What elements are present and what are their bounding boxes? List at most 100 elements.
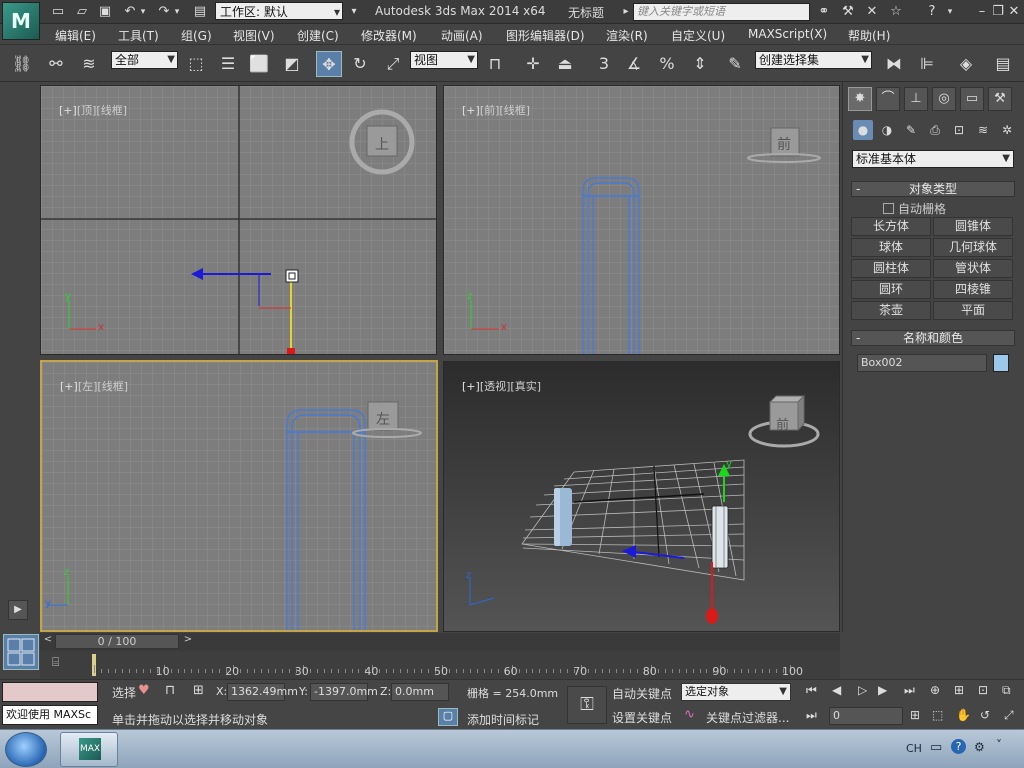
layer-manager-icon[interactable]: ◈ bbox=[953, 51, 979, 77]
viewport-perspective[interactable]: [+][透视][真实] 前 y z bbox=[443, 361, 840, 632]
input-language-indicator[interactable]: CH bbox=[906, 742, 922, 755]
keyboard-shortcut-override-icon[interactable]: ⏏ bbox=[552, 51, 578, 77]
viewport-left[interactable]: [+][左][线框] 左 z y bbox=[40, 360, 438, 632]
help-icon[interactable]: ? bbox=[951, 739, 966, 754]
absolute-mode-icon[interactable]: ⊞ bbox=[193, 683, 204, 698]
manipulate-icon[interactable]: ✛ bbox=[520, 51, 546, 77]
reference-coord-dropdown[interactable]: 视图 ▼ bbox=[410, 51, 478, 69]
sphere-button[interactable]: 球体 bbox=[851, 238, 931, 257]
restore-icon[interactable]: ❐ bbox=[990, 4, 1006, 20]
menu-views[interactable]: 视图(V) bbox=[233, 27, 275, 44]
viewport-label-perspective[interactable]: [+][透视][真实] bbox=[448, 365, 541, 407]
keyboard-icon[interactable]: ▭ bbox=[930, 740, 942, 755]
adaptive-degradation-icon[interactable]: ▢ bbox=[438, 708, 458, 726]
zoom-extents-icon[interactable]: ⊡ bbox=[978, 683, 988, 697]
cylinder-button[interactable]: 圆柱体 bbox=[851, 259, 931, 278]
menu-group[interactable]: 组(G) bbox=[181, 27, 212, 44]
viewport-front[interactable]: [+][前][线框] 前 z x bbox=[443, 85, 840, 355]
unlink-icon[interactable]: ⚯ bbox=[43, 51, 69, 77]
menu-maxscript[interactable]: MAXScript(X) bbox=[748, 27, 827, 41]
pyramid-button[interactable]: 四棱锥 bbox=[933, 280, 1013, 299]
customize-toolbar-icon[interactable]: ▾ bbox=[346, 4, 362, 20]
curve-editor-icon[interactable]: ⌸ bbox=[52, 655, 70, 671]
expand-ribbon-icon[interactable]: ▶ bbox=[8, 600, 28, 620]
viewport-shading-label[interactable]: [线框] bbox=[97, 380, 128, 393]
zoom-all-icon[interactable]: ⊞ bbox=[954, 683, 964, 697]
viewport-menu-plus[interactable]: [+] bbox=[462, 380, 480, 393]
maxscript-listener-pink[interactable] bbox=[2, 682, 98, 702]
maximize-viewport-icon[interactable]: ⤢ bbox=[1004, 708, 1014, 723]
key-filters-button[interactable]: 关键点过滤器... bbox=[706, 709, 789, 726]
viewport-top[interactable]: [+][顶][线框] 上 y x bbox=[40, 85, 437, 355]
options-icon[interactable]: ⚙ bbox=[974, 740, 985, 754]
bind-space-warp-icon[interactable]: ≋ bbox=[76, 51, 102, 77]
viewport-layout-button[interactable] bbox=[3, 634, 39, 670]
viewport-pov-label[interactable]: [前] bbox=[480, 104, 500, 117]
undo-dropdown-icon[interactable]: ▾ bbox=[138, 4, 148, 20]
named-selection-dropdown[interactable]: 创建选择集 ▼ bbox=[755, 51, 872, 69]
cone-button[interactable]: 圆锥体 bbox=[933, 217, 1013, 236]
redo-dropdown-icon[interactable]: ▾ bbox=[172, 4, 182, 20]
hierarchy-tab-icon[interactable]: ⊥ bbox=[904, 87, 928, 111]
viewport-label-left[interactable]: [+][左][线框] bbox=[46, 365, 128, 407]
tray-expand-icon[interactable]: ˅ bbox=[996, 738, 1002, 752]
mirror-icon[interactable]: ⧓ bbox=[881, 51, 907, 77]
prev-frame-icon[interactable]: < bbox=[42, 634, 54, 649]
viewport-label-front[interactable]: [+][前][线框] bbox=[448, 89, 530, 131]
align-icon[interactable]: ⊫ bbox=[914, 51, 940, 77]
menu-graph-editors[interactable]: 图形编辑器(D) bbox=[506, 27, 585, 44]
object-color-swatch[interactable] bbox=[993, 354, 1009, 372]
help-dropdown-icon[interactable]: ▾ bbox=[942, 4, 958, 20]
track-bar[interactable]: ⌸ 10 20 30 40 50 60 70 80 90 100 bbox=[40, 651, 840, 679]
set-key-icon[interactable]: ⚿ bbox=[567, 686, 607, 724]
torus-button[interactable]: 圆环 bbox=[851, 280, 931, 299]
selection-filter-dropdown[interactable]: 全部 ▼ bbox=[111, 51, 178, 69]
snaps-toggle-icon[interactable]: 3 bbox=[591, 51, 617, 77]
add-time-tag[interactable]: 添加时间标记 bbox=[467, 711, 539, 728]
viewcube-face-label[interactable]: 左 bbox=[376, 409, 390, 429]
communication-center-icon[interactable]: ✕ bbox=[864, 4, 880, 20]
x-coordinate-field[interactable]: 1362.49mm bbox=[227, 683, 298, 701]
helpers-icon[interactable]: ⊡ bbox=[949, 120, 969, 140]
search-expand-icon[interactable]: ▸ bbox=[618, 4, 634, 20]
viewcube-face-label[interactable]: 前 bbox=[776, 414, 789, 433]
viewport-pov-label[interactable]: [左] bbox=[78, 380, 98, 393]
menu-create[interactable]: 创建(C) bbox=[297, 27, 339, 44]
lock-icon[interactable]: ⊓ bbox=[165, 683, 175, 698]
menu-customize[interactable]: 自定义(U) bbox=[671, 27, 725, 44]
subscription-icon[interactable]: ⚒ bbox=[840, 4, 856, 20]
project-folder-icon[interactable]: ▤ bbox=[192, 4, 208, 20]
save-icon[interactable]: ▣ bbox=[97, 4, 113, 20]
start-button[interactable] bbox=[5, 732, 47, 767]
pan-view-icon[interactable]: ✋ bbox=[956, 708, 971, 722]
box-button[interactable]: 长方体 bbox=[851, 217, 931, 236]
systems-icon[interactable]: ✲ bbox=[997, 120, 1017, 140]
workspace-dropdown[interactable]: 工作区: 默认 ▾ bbox=[215, 2, 343, 20]
lights-icon[interactable]: ✎ bbox=[901, 120, 921, 140]
geometry-icon[interactable]: ● bbox=[853, 120, 873, 140]
auto-key-button[interactable]: 自动关键点 bbox=[612, 685, 672, 702]
new-file-icon[interactable]: ▭ bbox=[50, 4, 66, 20]
category-dropdown[interactable]: 标准基本体 ▼ bbox=[852, 150, 1014, 168]
previous-frame-icon[interactable]: ◀ bbox=[832, 683, 841, 697]
key-mode-icon[interactable]: ⏭ bbox=[806, 708, 817, 723]
minimize-icon[interactable]: – bbox=[974, 4, 990, 20]
taskbar-3dsmax-button[interactable]: MAX bbox=[60, 732, 118, 767]
viewport-shading-label[interactable]: [真实] bbox=[510, 380, 541, 393]
zoom-extents-all-icon[interactable]: ⧉ bbox=[1002, 683, 1011, 698]
menu-help[interactable]: 帮助(H) bbox=[848, 27, 890, 44]
viewcube-face-label[interactable]: 前 bbox=[777, 134, 791, 154]
viewport-pov-label[interactable]: [顶] bbox=[77, 104, 97, 117]
modify-tab-icon[interactable]: ⌒ bbox=[876, 87, 900, 111]
viewcube-face-label[interactable]: 上 bbox=[375, 134, 389, 154]
z-coordinate-field[interactable]: 0.0mm bbox=[391, 683, 449, 701]
current-frame-field[interactable]: 0 bbox=[829, 707, 903, 725]
tube-button[interactable]: 管状体 bbox=[933, 259, 1013, 278]
menu-animation[interactable]: 动画(A) bbox=[441, 27, 483, 44]
object-type-rollout[interactable]: - 对象类型 bbox=[851, 181, 1015, 197]
viewport-pov-label[interactable]: [透视] bbox=[480, 380, 511, 393]
menu-tools[interactable]: 工具(T) bbox=[118, 27, 159, 44]
search-input[interactable]: 键入关键字或短语 bbox=[633, 3, 810, 21]
select-and-link-icon[interactable]: ⛓ bbox=[9, 51, 35, 77]
time-slider[interactable]: < 0 / 100 > bbox=[40, 633, 840, 651]
